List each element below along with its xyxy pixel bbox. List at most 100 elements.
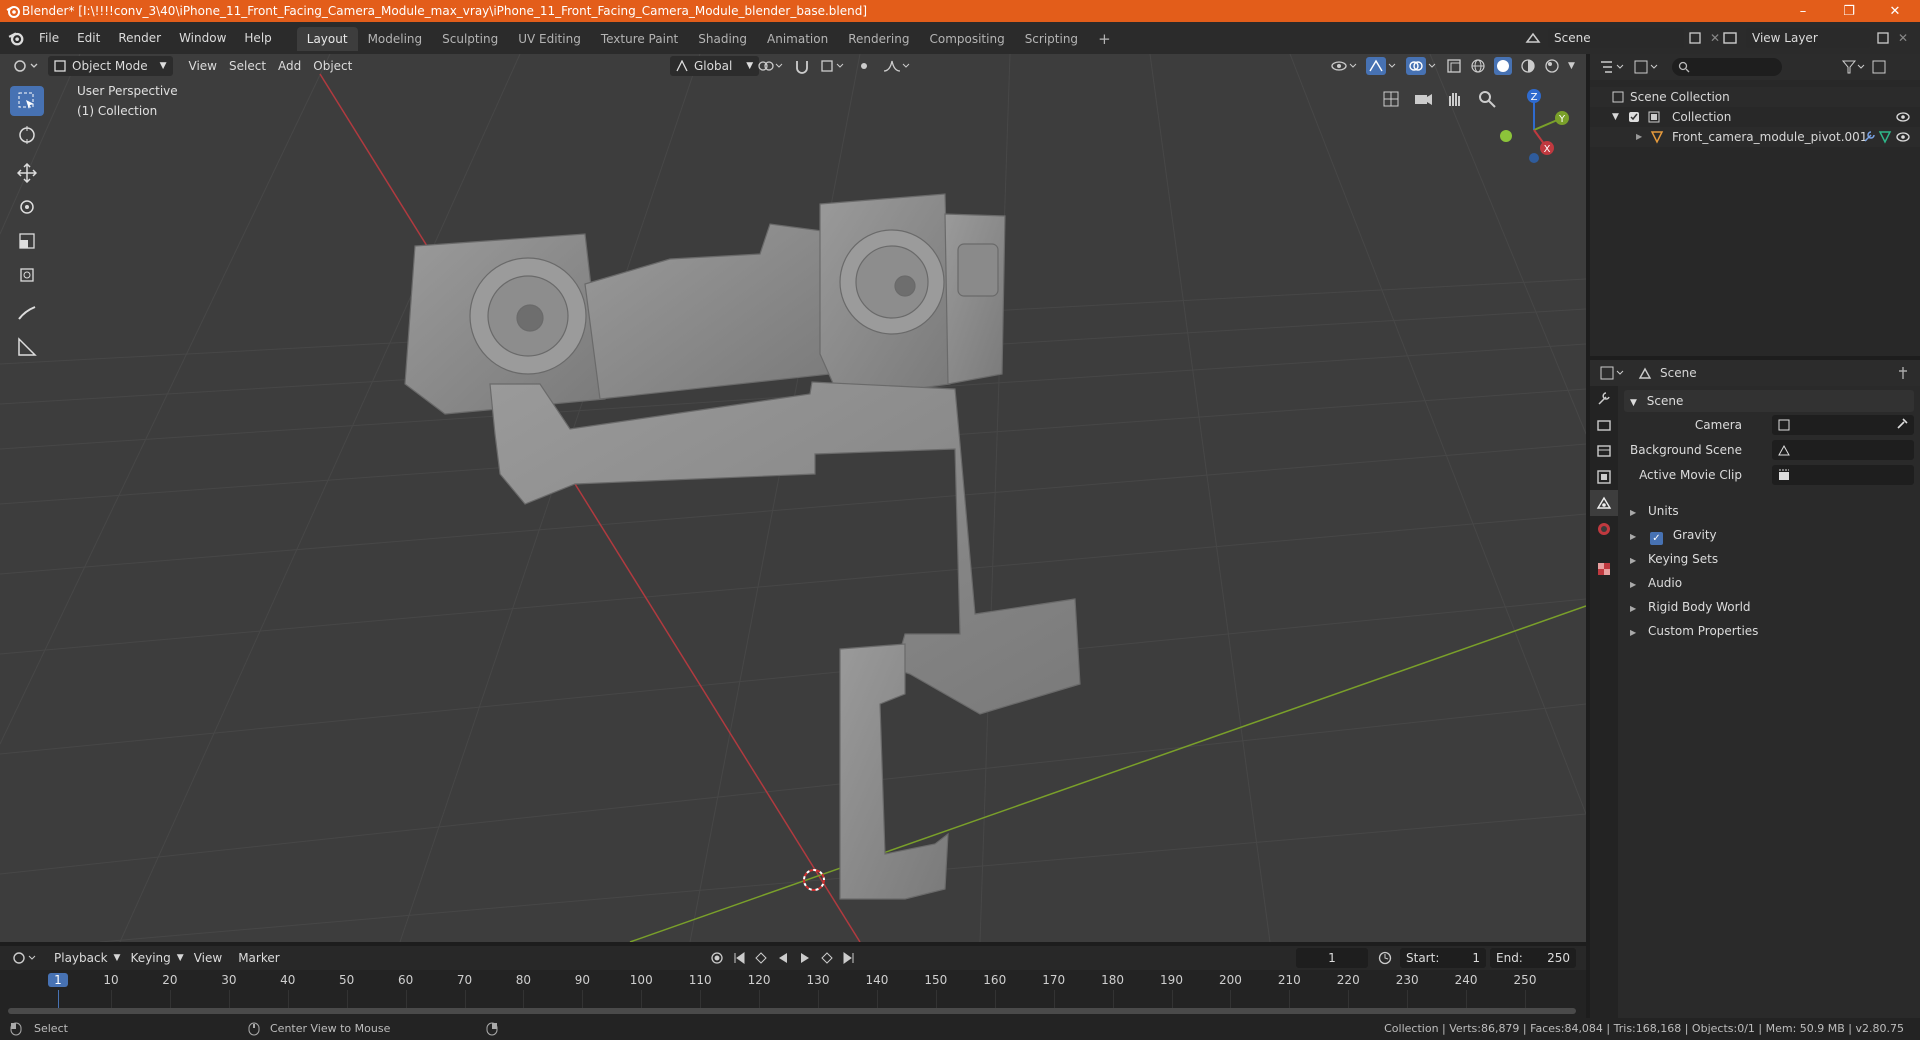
keying-sets-section[interactable]: ▶ Keying Sets <box>1624 548 1914 570</box>
pivot-icon[interactable] <box>756 58 784 74</box>
menu-edit[interactable]: Edit <box>68 22 109 54</box>
custom-properties-section[interactable]: ▶ Custom Properties <box>1624 620 1914 642</box>
new-view-layer-icon[interactable] <box>1876 31 1890 45</box>
tab-view-layer[interactable] <box>1590 464 1618 490</box>
play-reverse-icon[interactable] <box>776 951 790 965</box>
orientation-gizmo[interactable]: Z Y X <box>1490 84 1570 164</box>
tab-modeling[interactable]: Modeling <box>358 27 433 51</box>
view-layer-field[interactable]: View Layer <box>1746 28 1870 48</box>
orientation-dropdown[interactable]: Global ▼ <box>670 56 760 76</box>
gizmo-toggle-icon[interactable] <box>1366 57 1398 75</box>
outliner-row-object[interactable]: ▶ Front_camera_module_pivot.001 <box>1590 127 1920 147</box>
scene-selector-icon[interactable] <box>1524 30 1542 46</box>
timeline-menu-keying[interactable]: Keying <box>124 948 176 968</box>
gravity-section[interactable]: ▶ ✓ Gravity <box>1624 524 1914 546</box>
wireframe-shading-icon[interactable] <box>1470 58 1486 74</box>
timeline-menu-marker[interactable]: Marker <box>232 948 285 968</box>
record-icon[interactable] <box>710 951 724 965</box>
tab-world[interactable] <box>1590 516 1618 542</box>
scene-field[interactable]: Scene <box>1548 28 1684 48</box>
editor-type-icon[interactable] <box>12 58 40 74</box>
mesh-data-icon[interactable] <box>1878 130 1892 144</box>
view-layer-icon[interactable] <box>1722 30 1740 46</box>
active-movie-clip-field[interactable] <box>1772 465 1914 485</box>
mode-dropdown[interactable]: Object Mode ▼ <box>48 56 173 76</box>
collection-checkbox-icon[interactable] <box>1628 111 1640 123</box>
tab-tool[interactable] <box>1590 386 1618 412</box>
timeline-scrollbar[interactable] <box>8 1008 1576 1014</box>
falloff-icon[interactable] <box>882 58 910 74</box>
tab-sculpting[interactable]: Sculpting <box>432 27 508 51</box>
proportional-edit-icon[interactable] <box>856 58 872 74</box>
viewport-menu-add[interactable]: Add <box>272 56 307 76</box>
camera-view-icon[interactable] <box>1412 88 1434 110</box>
tab-shading[interactable]: Shading <box>688 27 757 51</box>
outliner-row-collection[interactable]: ▼ Collection <box>1590 107 1920 127</box>
next-keyframe-icon[interactable] <box>820 951 834 965</box>
viewport-scene[interactable] <box>0 54 1586 942</box>
menu-help[interactable]: Help <box>235 22 280 54</box>
tab-texture-paint[interactable]: Texture Paint <box>591 27 688 51</box>
annotate-tool[interactable] <box>10 298 44 328</box>
timeline-menu-playback[interactable]: Playback <box>48 948 114 968</box>
cursor-tool[interactable] <box>10 120 44 150</box>
tab-layout[interactable]: Layout <box>296 27 358 51</box>
transform-tool[interactable] <box>10 260 44 290</box>
grid-view-icon[interactable] <box>1380 88 1402 110</box>
viewport-menu-object[interactable]: Object <box>307 56 358 76</box>
select-box-tool[interactable] <box>10 86 44 116</box>
outliner-search-input[interactable] <box>1672 58 1782 76</box>
play-icon[interactable] <box>798 951 812 965</box>
tab-render[interactable] <box>1590 412 1618 438</box>
viewport-menu-select[interactable]: Select <box>223 56 272 76</box>
remove-scene-icon[interactable]: ✕ <box>1710 31 1720 45</box>
eyedropper-icon[interactable] <box>1896 418 1908 430</box>
current-frame-field[interactable]: 1 <box>1296 948 1368 968</box>
tab-texture[interactable] <box>1590 556 1618 582</box>
start-frame-field[interactable]: Start: 1 <box>1400 948 1486 968</box>
tab-compositing[interactable]: Compositing <box>919 27 1014 51</box>
timeline-menu-view[interactable]: View <box>188 948 228 968</box>
end-frame-field[interactable]: End: 250 <box>1490 948 1576 968</box>
minimize-button[interactable]: – <box>1780 0 1826 22</box>
rendered-shading-icon[interactable] <box>1544 58 1560 74</box>
pan-hand-icon[interactable] <box>1444 88 1466 110</box>
outliner-row-scene-collection[interactable]: Scene Collection <box>1590 87 1920 107</box>
overlays-icon[interactable] <box>1406 57 1438 75</box>
close-button[interactable]: ✕ <box>1872 0 1918 22</box>
tab-scripting[interactable]: Scripting <box>1015 27 1088 51</box>
menu-window[interactable]: Window <box>170 22 235 54</box>
material-shading-icon[interactable] <box>1520 58 1536 74</box>
snap-target-icon[interactable] <box>820 58 846 74</box>
expand-arrow-icon[interactable]: ▶ <box>1636 127 1642 147</box>
tab-uv-editing[interactable]: UV Editing <box>508 27 591 51</box>
units-section[interactable]: ▶ Units <box>1624 500 1914 522</box>
camera-field[interactable] <box>1772 415 1914 435</box>
clock-icon[interactable] <box>1378 951 1392 965</box>
scale-tool[interactable] <box>10 226 44 256</box>
display-mode-icon[interactable] <box>1634 60 1660 74</box>
snap-icon[interactable] <box>794 58 810 74</box>
outliner-editor-type-icon[interactable] <box>1600 60 1626 74</box>
eye-icon[interactable] <box>1896 112 1910 122</box>
add-workspace-button[interactable]: + <box>1088 27 1121 51</box>
camera-module-model[interactable] <box>404 193 1081 900</box>
jump-end-icon[interactable] <box>842 951 856 965</box>
blender-menu-icon[interactable] <box>8 30 24 46</box>
menu-file[interactable]: File <box>30 22 68 54</box>
viewport-menu-view[interactable]: View <box>183 56 223 76</box>
background-scene-field[interactable] <box>1772 440 1914 460</box>
prev-keyframe-icon[interactable] <box>754 951 768 965</box>
new-scene-icon[interactable] <box>1688 31 1702 45</box>
timeline-editor-type-icon[interactable] <box>12 951 38 965</box>
tab-animation[interactable]: Animation <box>757 27 838 51</box>
tab-output[interactable] <box>1590 438 1618 464</box>
filter-icon[interactable] <box>1842 60 1866 74</box>
xray-icon[interactable] <box>1446 58 1462 74</box>
jump-start-icon[interactable] <box>732 951 746 965</box>
remove-view-layer-icon[interactable]: ✕ <box>1898 31 1908 45</box>
shading-chevron-icon[interactable]: ▼ <box>1568 61 1575 71</box>
visibility-icon[interactable] <box>1330 58 1358 74</box>
properties-editor-type-icon[interactable] <box>1600 366 1626 380</box>
move-tool[interactable] <box>10 158 44 188</box>
